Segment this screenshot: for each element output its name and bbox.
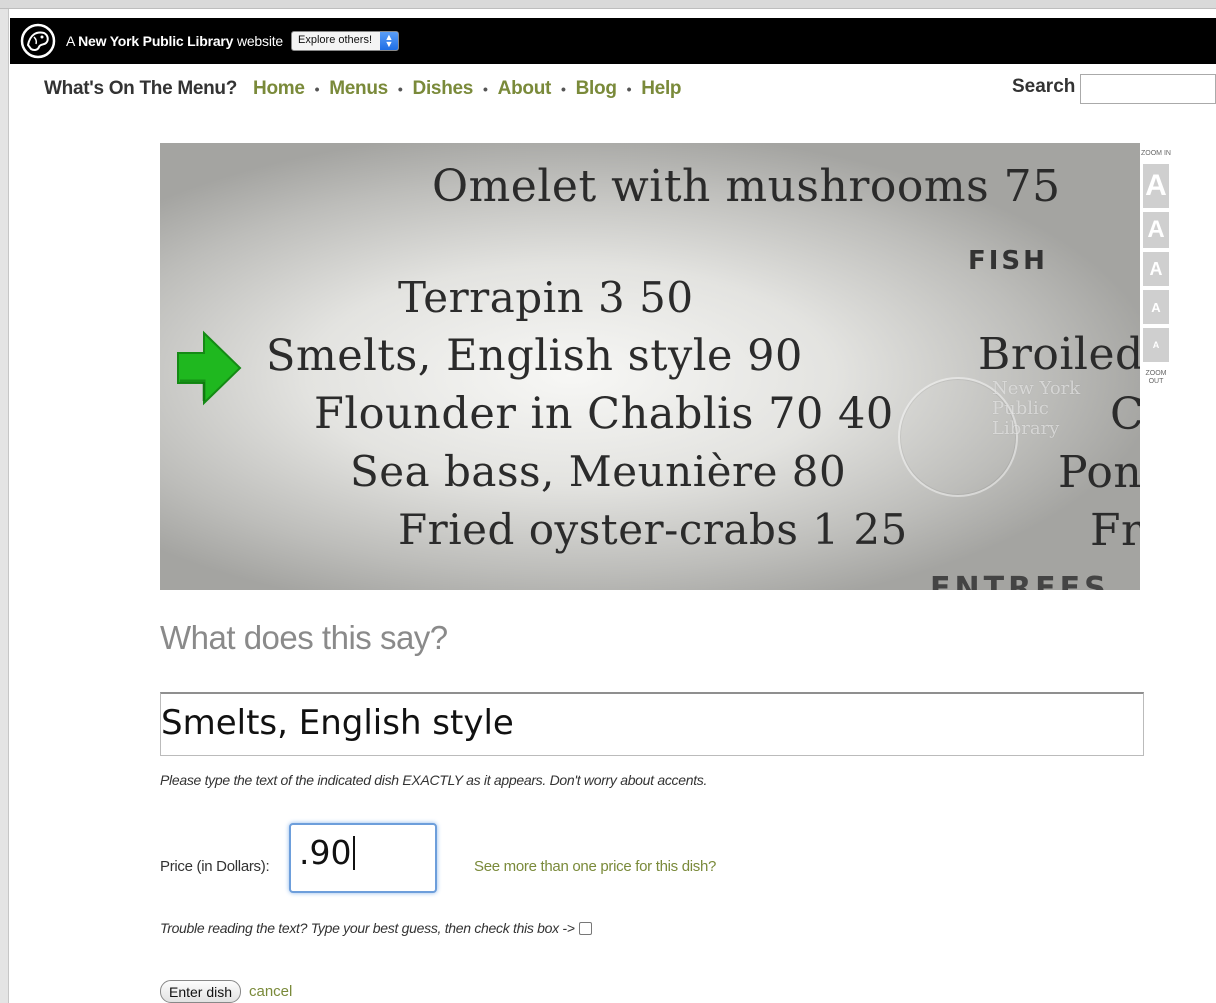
explore-select-label: Explore others! bbox=[298, 34, 372, 46]
menu-line-highlighted: Smelts, English style 90 bbox=[266, 331, 803, 381]
menu-section-heading: FISH bbox=[968, 246, 1048, 276]
menu-line: Omelet with mushrooms 75 bbox=[432, 161, 1061, 212]
nav-separator: • bbox=[483, 81, 488, 97]
site-title[interactable]: What's On The Menu? bbox=[44, 78, 237, 100]
watermark-line: Public bbox=[992, 398, 1049, 419]
question-heading: What does this say? bbox=[160, 619, 448, 656]
price-input[interactable]: .90 bbox=[289, 823, 437, 893]
menu-section-heading: ENTREES bbox=[930, 571, 1110, 590]
zoom-in-label: ZOOM IN bbox=[1141, 150, 1171, 157]
nav-blog[interactable]: Blog bbox=[576, 78, 617, 100]
nav-home[interactable]: Home bbox=[253, 78, 305, 100]
nypl-header-bar: A New York Public Library website Explor… bbox=[10, 18, 1216, 64]
price-value: .90 bbox=[299, 833, 352, 872]
zoom-level-2-button[interactable]: A bbox=[1143, 212, 1169, 248]
menu-right-column-text: Pon bbox=[1058, 447, 1140, 498]
menu-line: Fried oyster-crabs 1 25 bbox=[398, 505, 908, 554]
window-top-border bbox=[0, 0, 1216, 9]
nypl-lion-logo-icon[interactable] bbox=[18, 21, 58, 61]
zoom-level-3-button[interactable]: A bbox=[1143, 252, 1169, 286]
menu-right-column-text: C bbox=[1110, 389, 1140, 440]
trouble-reading-text: Trouble reading the text? Type your best… bbox=[160, 920, 575, 936]
dish-text-input[interactable]: Smelts, English style bbox=[160, 692, 1144, 756]
zoom-out-label: ZOOM OUT bbox=[1145, 370, 1167, 385]
nav-help[interactable]: Help bbox=[641, 78, 681, 100]
search-input[interactable] bbox=[1080, 74, 1216, 104]
nypl-tagline-prefix: A bbox=[66, 33, 75, 49]
nav-about[interactable]: About bbox=[498, 78, 552, 100]
menu-line: Flounder in Chablis 70 40 bbox=[314, 389, 894, 439]
zoom-controls: ZOOM IN A A A A A ZOOM OUT bbox=[1141, 150, 1171, 450]
search-label: Search bbox=[1012, 76, 1076, 97]
menu-line: Sea bass, Meunière 80 bbox=[350, 447, 847, 496]
nav-separator: • bbox=[561, 81, 566, 97]
nav-separator: • bbox=[626, 81, 632, 97]
cancel-link[interactable]: cancel bbox=[249, 983, 292, 1000]
nypl-tagline: A New York Public Library website bbox=[66, 33, 283, 49]
watermark-line: Library bbox=[992, 418, 1060, 439]
nav-dishes[interactable]: Dishes bbox=[413, 78, 474, 100]
dish-input-hint: Please type the text of the indicated di… bbox=[160, 772, 708, 788]
window-left-border bbox=[0, 9, 9, 1003]
enter-dish-button[interactable]: Enter dish bbox=[160, 980, 242, 1003]
menu-image-viewer[interactable]: Omelet with mushrooms 75 FISH Terrapin 3… bbox=[160, 143, 1140, 590]
nav-separator: • bbox=[314, 81, 320, 97]
zoom-level-4-button[interactable]: A bbox=[1143, 290, 1169, 324]
indicator-arrow-icon bbox=[177, 330, 242, 406]
menu-right-column-text: Broiled bbox=[978, 329, 1140, 380]
nav-menus[interactable]: Menus bbox=[329, 78, 388, 100]
library-watermark-text: New York Public Library bbox=[992, 379, 1080, 439]
text-caret bbox=[353, 836, 356, 870]
price-label: Price (in Dollars): bbox=[160, 858, 270, 875]
explore-others-select[interactable]: Explore others! ▲ ▼ bbox=[291, 31, 399, 51]
trouble-reading-checkbox[interactable] bbox=[578, 921, 592, 935]
select-arrows-icon: ▲ ▼ bbox=[380, 32, 398, 50]
zoom-level-1-button[interactable]: A bbox=[1143, 164, 1169, 208]
menu-line: Terrapin 3 50 bbox=[398, 273, 694, 322]
nypl-brand-link[interactable]: New York Public Library bbox=[78, 33, 233, 49]
more-than-one-price-link[interactable]: See more than one price for this dish? bbox=[474, 858, 716, 875]
trouble-reading-row: Trouble reading the text? Type your best… bbox=[160, 920, 592, 936]
zoom-level-5-button[interactable]: A bbox=[1143, 328, 1169, 362]
menu-right-column-text: Fr bbox=[1090, 505, 1140, 556]
nypl-tagline-suffix: website bbox=[236, 33, 284, 49]
nav-separator: • bbox=[397, 81, 403, 97]
watermark-line: New York bbox=[992, 378, 1081, 399]
main-nav: What's On The Menu? Home • Menus • Dishe… bbox=[44, 74, 682, 104]
